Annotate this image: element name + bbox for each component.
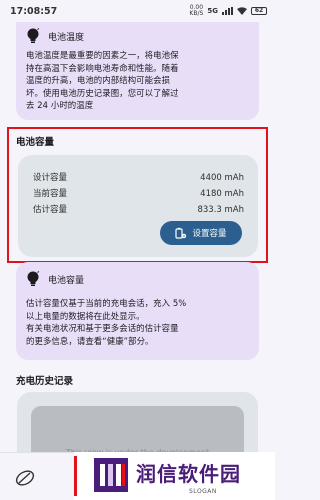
design-capacity-row: 设计容量 4400 mAh — [33, 170, 244, 186]
battery-settings-icon — [175, 227, 187, 239]
text-line: 持在高温下会影响电池寿命和性能。随着 — [26, 62, 179, 73]
battery-temperature-card: 电池温度 电池温度是最重要的因素之一，将电池保 持在高温下会影响电池寿命和性能。… — [16, 22, 259, 120]
card-title: 电池温度 — [48, 32, 85, 43]
text-line: 有关电池状况和基于更多会话的估计容量 — [26, 323, 179, 334]
text-line: 去 24 小时的温度 — [26, 100, 94, 110]
text-line: 电池温度是最重要的因素之一，将电池保 — [26, 50, 179, 60]
row-label: 估计容量 — [33, 205, 68, 215]
row-label: 当前容量 — [33, 189, 68, 199]
card-description: 电池温度是最重要的因素之一，将电池保 持在高温下会影响电池寿命和性能。随着 温度… — [26, 49, 249, 112]
status-bar: 17:08:57 0.00 KB/S 5G 62 — [0, 0, 275, 22]
row-value: 4180 mAh — [200, 189, 244, 199]
text-line: 估计容量仅基于当前的充电会话，充入 5% — [26, 298, 187, 308]
capacity-info-card: 电池容量 估计容量仅基于当前的充电会话，充入 5% 以上电量的数据将在此处显示。… — [16, 262, 259, 360]
section-title-capacity: 电池容量 — [16, 137, 55, 148]
lightbulb-icon — [27, 271, 40, 286]
watermark-red-bar — [74, 456, 77, 496]
card-header: 电池温度 — [26, 28, 249, 44]
lightbulb-icon — [27, 28, 40, 43]
watermark: 润信软件园 SLOGAN — [74, 452, 275, 500]
section-title-history: 充电历史记录 — [16, 376, 74, 387]
estimated-capacity-row: 估计容量 833.3 mAh — [33, 202, 244, 218]
network-label: 5G — [207, 7, 218, 15]
row-value: 4400 mAh — [200, 173, 244, 183]
status-icons: 0.00 KB/S 5G 62 — [189, 5, 267, 17]
text-line: 坏。使用电池历史记录图，您可以了解过 — [26, 87, 179, 98]
text-line: 的更多信息，请查看“健康”部分。 — [26, 335, 154, 346]
watermark-text: 润信软件园 — [136, 462, 241, 486]
leaf-icon — [15, 470, 35, 486]
watermark-logo-icon — [94, 458, 128, 492]
row-value: 833.3 mAh — [197, 205, 244, 215]
watermark-slogan: SLOGAN — [189, 488, 217, 495]
wifi-icon — [237, 7, 247, 15]
status-time: 17:08:57 — [10, 5, 58, 17]
card-header: 电池容量 — [26, 271, 249, 287]
set-capacity-label: 设置容量 — [192, 229, 227, 239]
capacity-card: 设计容量 4400 mAh 当前容量 4180 mAh 估计容量 833.3 m… — [18, 155, 258, 257]
current-capacity-row: 当前容量 4180 mAh — [33, 186, 244, 202]
row-label: 设计容量 — [33, 173, 68, 183]
card-title: 电池容量 — [48, 275, 85, 286]
card-description: 估计容量仅基于当前的充电会话，充入 5% 以上电量的数据将在此处显示。 有关电池… — [26, 297, 249, 347]
battery-icon: 62 — [251, 7, 267, 15]
set-capacity-button[interactable]: 设置容量 — [160, 221, 242, 245]
text-line: 以上电量的数据将在此处显示。 — [26, 310, 145, 321]
signal-icon — [222, 7, 233, 15]
net-speed: 0.00 KB/S — [189, 4, 204, 17]
nav-item-battery[interactable] — [12, 467, 38, 489]
text-line: 温度的升高，电池的内部结构可能会损 — [26, 75, 171, 85]
